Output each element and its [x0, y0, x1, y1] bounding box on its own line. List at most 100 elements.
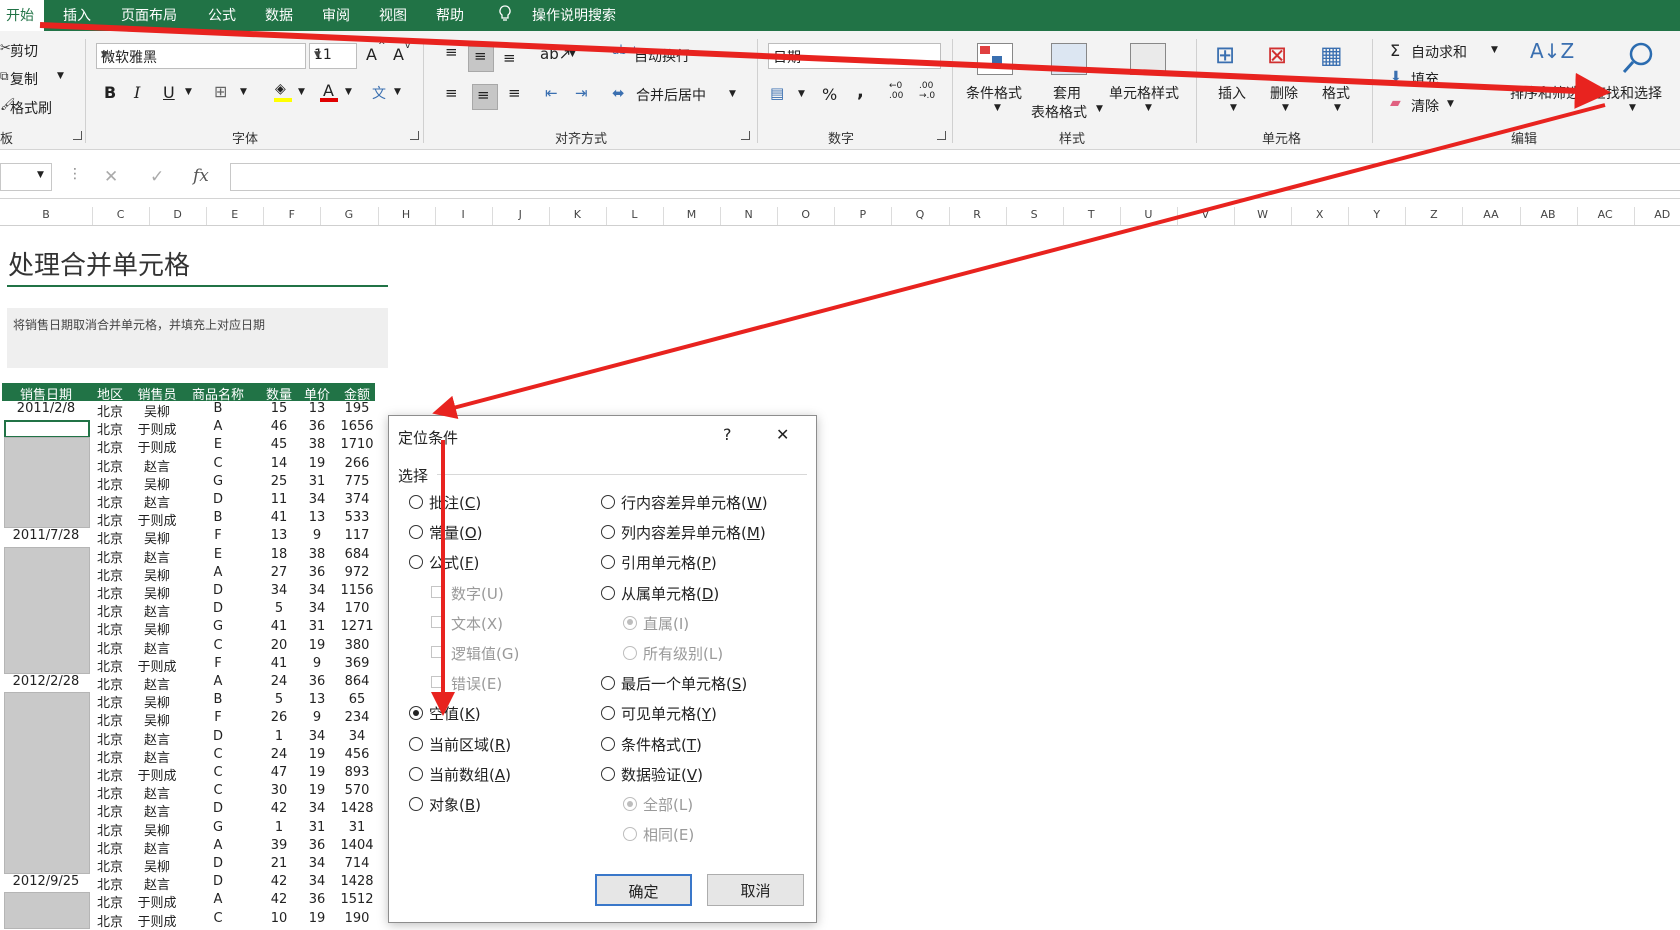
table-cell[interactable]: 赵言 — [132, 492, 182, 511]
table-cell[interactable]: 20 — [262, 638, 296, 653]
table-cell[interactable]: 19 — [299, 747, 335, 762]
column-header-m[interactable]: M — [663, 208, 720, 221]
table-cell[interactable]: A — [186, 565, 250, 580]
option-label-left-9[interactable]: 当前数组(A) — [429, 764, 511, 785]
table-cell[interactable]: G — [186, 820, 250, 835]
table-cell[interactable]: 于则成 — [132, 765, 182, 784]
font-color-button[interactable]: A — [320, 81, 338, 102]
insert-function-button[interactable]: fx — [193, 166, 209, 186]
table-cell[interactable]: 456 — [337, 747, 377, 762]
table-cell[interactable]: 吴柳 — [132, 583, 182, 602]
column-header-z[interactable]: Z — [1405, 208, 1462, 221]
table-cell[interactable]: 36 — [299, 674, 335, 689]
table-cell[interactable]: D — [186, 729, 250, 744]
table-cell[interactable]: 1271 — [337, 619, 377, 634]
option-label-left-0[interactable]: 批注(C) — [429, 492, 481, 513]
table-cell[interactable]: 31 — [299, 619, 335, 634]
find-select-button[interactable]: 查找和选择 — [1592, 83, 1662, 103]
percent-button[interactable]: % — [822, 85, 837, 104]
table-cell[interactable]: 北京 — [92, 710, 128, 729]
increase-decimal-icon[interactable]: ←0.00 — [889, 81, 903, 101]
chevron-down-icon[interactable]: ▼ — [729, 89, 736, 99]
table-cell[interactable]: 于则成 — [132, 419, 182, 438]
table-cell[interactable]: 于则成 — [132, 510, 182, 529]
help-button[interactable]: ? — [723, 425, 732, 444]
table-cell[interactable]: F — [186, 656, 250, 671]
table-cell[interactable]: 9 — [299, 528, 335, 543]
option-label-right-6[interactable]: 最后一个单元格(S) — [621, 673, 747, 694]
table-cell[interactable]: 38 — [299, 547, 335, 562]
table-cell[interactable]: 吴柳 — [132, 820, 182, 839]
radio-button[interactable] — [601, 585, 615, 600]
table-cell[interactable]: 117 — [337, 528, 377, 543]
table-cell[interactable]: 34 — [262, 583, 296, 598]
column-header-i[interactable]: I — [435, 208, 492, 221]
table-cell[interactable]: 14 — [262, 456, 296, 471]
table-cell[interactable]: C — [186, 783, 250, 798]
table-cell[interactable]: 374 — [337, 492, 377, 507]
chevron-down-icon[interactable]: ▼ — [298, 87, 305, 97]
table-cell[interactable]: 34 — [299, 583, 335, 598]
table-cell[interactable]: 31 — [337, 820, 377, 835]
table-cell[interactable]: 北京 — [92, 892, 128, 911]
table-cell[interactable]: 北京 — [92, 401, 128, 420]
format-as-table-button-line1[interactable]: 套用 — [1053, 83, 1081, 103]
autosum-button[interactable]: 自动求和 — [1411, 42, 1467, 62]
table-cell[interactable]: 北京 — [92, 692, 128, 711]
clear-button[interactable]: 清除 — [1411, 96, 1439, 116]
column-header-n[interactable]: N — [720, 208, 777, 221]
underline-button[interactable]: U — [163, 83, 175, 102]
table-cell[interactable]: 1 — [262, 729, 296, 744]
formula-input[interactable] — [230, 163, 1680, 191]
table-cell[interactable]: D — [186, 874, 250, 889]
table-cell[interactable]: 775 — [337, 474, 377, 489]
chevron-down-icon[interactable]: ▼ — [1096, 104, 1103, 114]
table-cell[interactable]: 34 — [299, 874, 335, 889]
table-cell[interactable]: 吴柳 — [132, 710, 182, 729]
table-cell[interactable]: 北京 — [92, 856, 128, 875]
column-header-ad[interactable]: AD — [1634, 208, 1680, 221]
table-cell[interactable]: 36 — [299, 565, 335, 580]
chevron-down-icon[interactable]: ▼ — [798, 89, 805, 99]
table-cell[interactable]: 26 — [262, 710, 296, 725]
column-header-s[interactable]: S — [1006, 208, 1063, 221]
ok-button[interactable]: 确定 — [595, 874, 692, 906]
table-cell[interactable]: 170 — [337, 601, 377, 616]
table-cell[interactable]: 北京 — [92, 820, 128, 839]
radio-button[interactable] — [409, 525, 423, 540]
table-cell[interactable]: 31 — [299, 820, 335, 835]
bold-button[interactable]: B — [104, 83, 116, 102]
table-cell[interactable]: 吴柳 — [132, 856, 182, 875]
table-cell[interactable]: 北京 — [92, 528, 128, 547]
option-label-right-7[interactable]: 可见单元格(Y) — [621, 703, 717, 724]
decrease-indent-icon[interactable]: ⇤ — [545, 84, 558, 102]
chevron-down-icon[interactable]: ▼ — [994, 103, 1001, 113]
column-header-u[interactable]: U — [1120, 208, 1177, 221]
table-cell[interactable]: 北京 — [92, 510, 128, 529]
table-cell[interactable]: 47 — [262, 765, 296, 780]
table-cell[interactable]: 吴柳 — [132, 474, 182, 493]
chevron-down-icon[interactable]: ▼ — [569, 49, 576, 59]
column-header-w[interactable]: W — [1234, 208, 1291, 221]
table-cell[interactable]: 19 — [299, 638, 335, 653]
table-cell[interactable]: 266 — [337, 456, 377, 471]
decrease-decimal-icon[interactable]: .00 →.0 — [919, 81, 935, 101]
table-cell[interactable]: 18 — [262, 547, 296, 562]
tab-page-layout[interactable]: 页面布局 — [121, 5, 177, 25]
table-cell[interactable]: 吴柳 — [132, 619, 182, 638]
table-cell[interactable]: 36 — [299, 838, 335, 853]
radio-button[interactable] — [409, 736, 423, 751]
dialog-launcher-icon[interactable] — [410, 131, 419, 140]
format-cells-button[interactable]: 格式 — [1322, 83, 1350, 103]
column-header-h[interactable]: H — [378, 208, 435, 221]
option-label-left-10[interactable]: 对象(B) — [429, 794, 481, 815]
option-label-right-8[interactable]: 条件格式(T) — [621, 734, 702, 755]
table-cell[interactable]: 北京 — [92, 601, 128, 620]
dialog-launcher-icon[interactable] — [937, 131, 946, 140]
option-label-right-1[interactable]: 列内容差异单元格(M) — [621, 522, 766, 543]
table-cell[interactable]: 42 — [262, 892, 296, 907]
table-cell[interactable]: 34 — [299, 856, 335, 871]
table-cell[interactable]: 1404 — [337, 838, 377, 853]
tab-review[interactable]: 审阅 — [322, 5, 350, 25]
option-label-left-7[interactable]: 空值(K) — [429, 703, 481, 724]
